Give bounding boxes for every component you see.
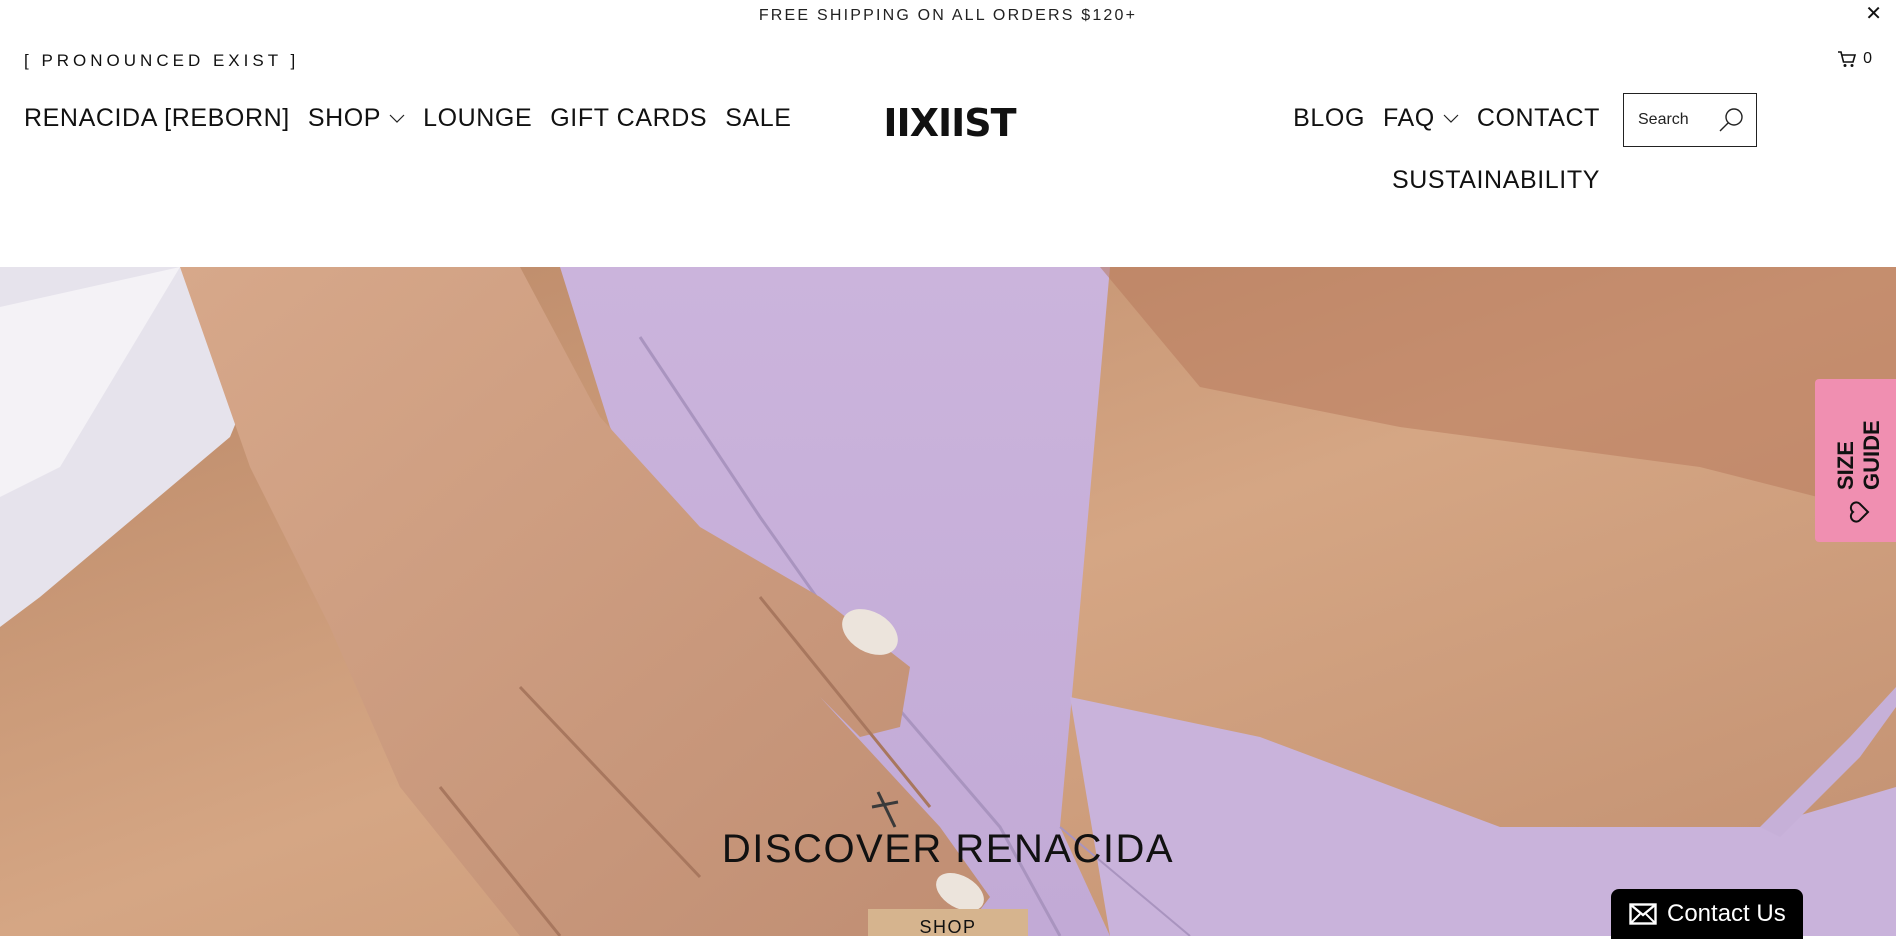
search-box bbox=[1623, 93, 1757, 147]
nav-item-label: SUSTAINABILITY bbox=[1392, 166, 1600, 194]
nav-item-label: LOUNGE bbox=[423, 104, 533, 132]
nav-item-label: SHOP bbox=[307, 104, 382, 132]
nav-item-label: GIFT CARDS bbox=[550, 104, 708, 132]
search-icon[interactable] bbox=[1718, 106, 1746, 134]
nav-item-label: SALE bbox=[725, 104, 792, 132]
main-nav-left: RENACIDA [REBORN] SHOP LOUNGE GIFT CARDS… bbox=[24, 104, 792, 133]
nav-item-blog[interactable]: BLOG bbox=[1293, 104, 1365, 133]
chevron-down-icon bbox=[389, 114, 405, 123]
close-icon[interactable]: ✕ bbox=[1865, 4, 1882, 24]
nav-item-renacida[interactable]: RENACIDA [REBORN] bbox=[24, 104, 290, 133]
announcement-bar: FREE SHIPPING ON ALL ORDERS $120+ ✕ bbox=[0, 0, 1896, 34]
nav-item-sustainability[interactable]: SUSTAINABILITY bbox=[1392, 166, 1600, 195]
main-nav-right-row2: SUSTAINABILITY bbox=[1392, 166, 1600, 195]
chevron-down-icon bbox=[1443, 114, 1459, 123]
nav-item-sale[interactable]: SALE bbox=[725, 104, 791, 133]
hero-shop-button[interactable]: SHOP bbox=[868, 909, 1028, 936]
announcement-text: FREE SHIPPING ON ALL ORDERS $120+ bbox=[758, 7, 1138, 24]
nav-item-label: CONTACT bbox=[1476, 104, 1600, 132]
brand-logo[interactable]: IIXIIST bbox=[856, 104, 1043, 140]
size-guide-tab[interactable]: SIZE GUIDE bbox=[1815, 379, 1896, 542]
nav-item-label: BLOG bbox=[1293, 104, 1366, 132]
contact-us-label: Contact Us bbox=[1667, 900, 1786, 927]
cart-button[interactable]: 0 bbox=[1837, 50, 1872, 68]
nav-item-label: FAQ bbox=[1383, 104, 1435, 132]
heart-icon bbox=[1849, 501, 1870, 523]
nav-item-lounge[interactable]: LOUNGE bbox=[423, 104, 532, 133]
contact-us-button[interactable]: Contact Us bbox=[1611, 889, 1803, 939]
nav-item-gift-cards[interactable]: GIFT CARDS bbox=[550, 104, 707, 133]
size-guide-content: SIZE GUIDE bbox=[1833, 384, 1885, 524]
logo-text: IIXIIST bbox=[883, 104, 1016, 140]
size-guide-line2: GUIDE bbox=[1859, 420, 1884, 490]
nav-item-faq[interactable]: FAQ bbox=[1383, 104, 1459, 133]
nav-item-label: RENACIDA [REBORN] bbox=[24, 104, 290, 132]
nav-item-contact[interactable]: CONTACT bbox=[1477, 104, 1600, 133]
size-guide-line1: SIZE bbox=[1833, 441, 1858, 490]
hero-title: DISCOVER RENACIDA bbox=[721, 827, 1175, 871]
hero-banner: DISCOVER RENACIDA SHOP bbox=[0, 267, 1896, 936]
cart-icon bbox=[1838, 51, 1857, 67]
nav-item-shop[interactable]: SHOP bbox=[308, 104, 405, 133]
cart-count: 0 bbox=[1863, 50, 1872, 67]
main-nav-right: BLOG FAQ CONTACT bbox=[1293, 104, 1600, 133]
brand-tagline: [ PRONOUNCED EXIST ] bbox=[24, 51, 300, 70]
envelope-icon bbox=[1629, 903, 1657, 925]
size-guide-label: SIZE GUIDE bbox=[1833, 400, 1885, 490]
